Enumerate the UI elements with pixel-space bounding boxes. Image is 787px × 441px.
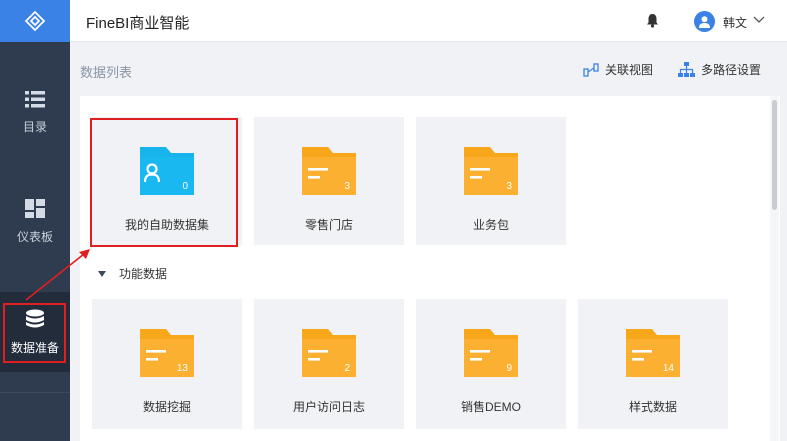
avatar[interactable] [694,11,715,32]
finebi-logo-icon [24,10,46,32]
folder-icon: 2 [300,327,358,379]
sidebar: 目录 仪表板 数据准备 [0,0,70,441]
folder-name: 零售门店 [304,218,353,232]
dashboard-icon [25,199,45,218]
folder-count: 3 [506,181,512,192]
sidebar-item-label: 目录 [22,120,47,134]
folder-count: 3 [344,181,350,192]
page-title: 数据列表 [80,65,133,80]
annotation-highlight-data-prep [3,303,66,363]
multipath-settings-button[interactable]: 多路径设置 [678,61,761,78]
chevron-down-icon[interactable] [753,16,765,24]
folder-icon: 3 [300,145,358,197]
sidebar-item-label: 仪表板 [16,230,53,244]
scroll-thumb[interactable] [772,100,777,210]
scrollbar[interactable] [770,96,779,441]
folder-name: 销售DEMO [460,400,521,414]
app-title: FineBI商业智能 [86,15,190,32]
logo[interactable] [0,0,70,42]
folder-count: 2 [344,363,350,374]
user-name[interactable]: 韩文 [723,14,747,31]
multipath-label: 多路径设置 [701,63,762,77]
folder-count: 14 [662,363,674,374]
folder-card-user-access-log[interactable]: 2 用户访问日志 [254,299,404,429]
header: FineBI商业智能 韩文 [70,0,787,42]
folder-card-sales-demo[interactable]: 9 销售DEMO [416,299,566,429]
hierarchy-icon [678,62,695,77]
folder-name: 数据挖掘 [142,400,191,414]
relation-view-button[interactable]: 关联视图 [583,61,653,78]
sidebar-item-dashboard[interactable]: 仪表板 [0,182,70,262]
folder-card-retail-stores[interactable]: 3 零售门店 [254,117,404,245]
section-label: 功能数据 [119,267,168,281]
folder-card-data-mining[interactable]: 13 数据挖掘 [92,299,242,429]
folder-icon: 3 [462,145,520,197]
list-icon [25,91,45,108]
relation-view-label: 关联视图 [605,63,654,77]
folder-icon: 13 [138,327,196,379]
folder-name: 样式数据 [628,400,677,414]
folder-card-style-data[interactable]: 14 样式数据 [578,299,728,429]
annotation-highlight-my-datasets [90,118,238,247]
sidebar-item-catalog[interactable]: 目录 [0,73,70,153]
folder-card-business-package[interactable]: 3 业务包 [416,117,566,245]
folder-name: 业务包 [472,218,509,232]
section-functional-data[interactable]: 功能数据 [98,265,167,282]
folder-icon: 14 [624,327,682,379]
bell-icon[interactable] [646,13,659,28]
folder-icon: 9 [462,327,520,379]
folder-count: 9 [506,363,512,374]
caret-down-icon [98,270,106,277]
sidebar-divider [0,392,70,393]
folder-name: 用户访问日志 [292,400,365,414]
folder-count: 13 [176,363,188,374]
user-icon [699,16,710,28]
relation-icon [583,62,599,77]
